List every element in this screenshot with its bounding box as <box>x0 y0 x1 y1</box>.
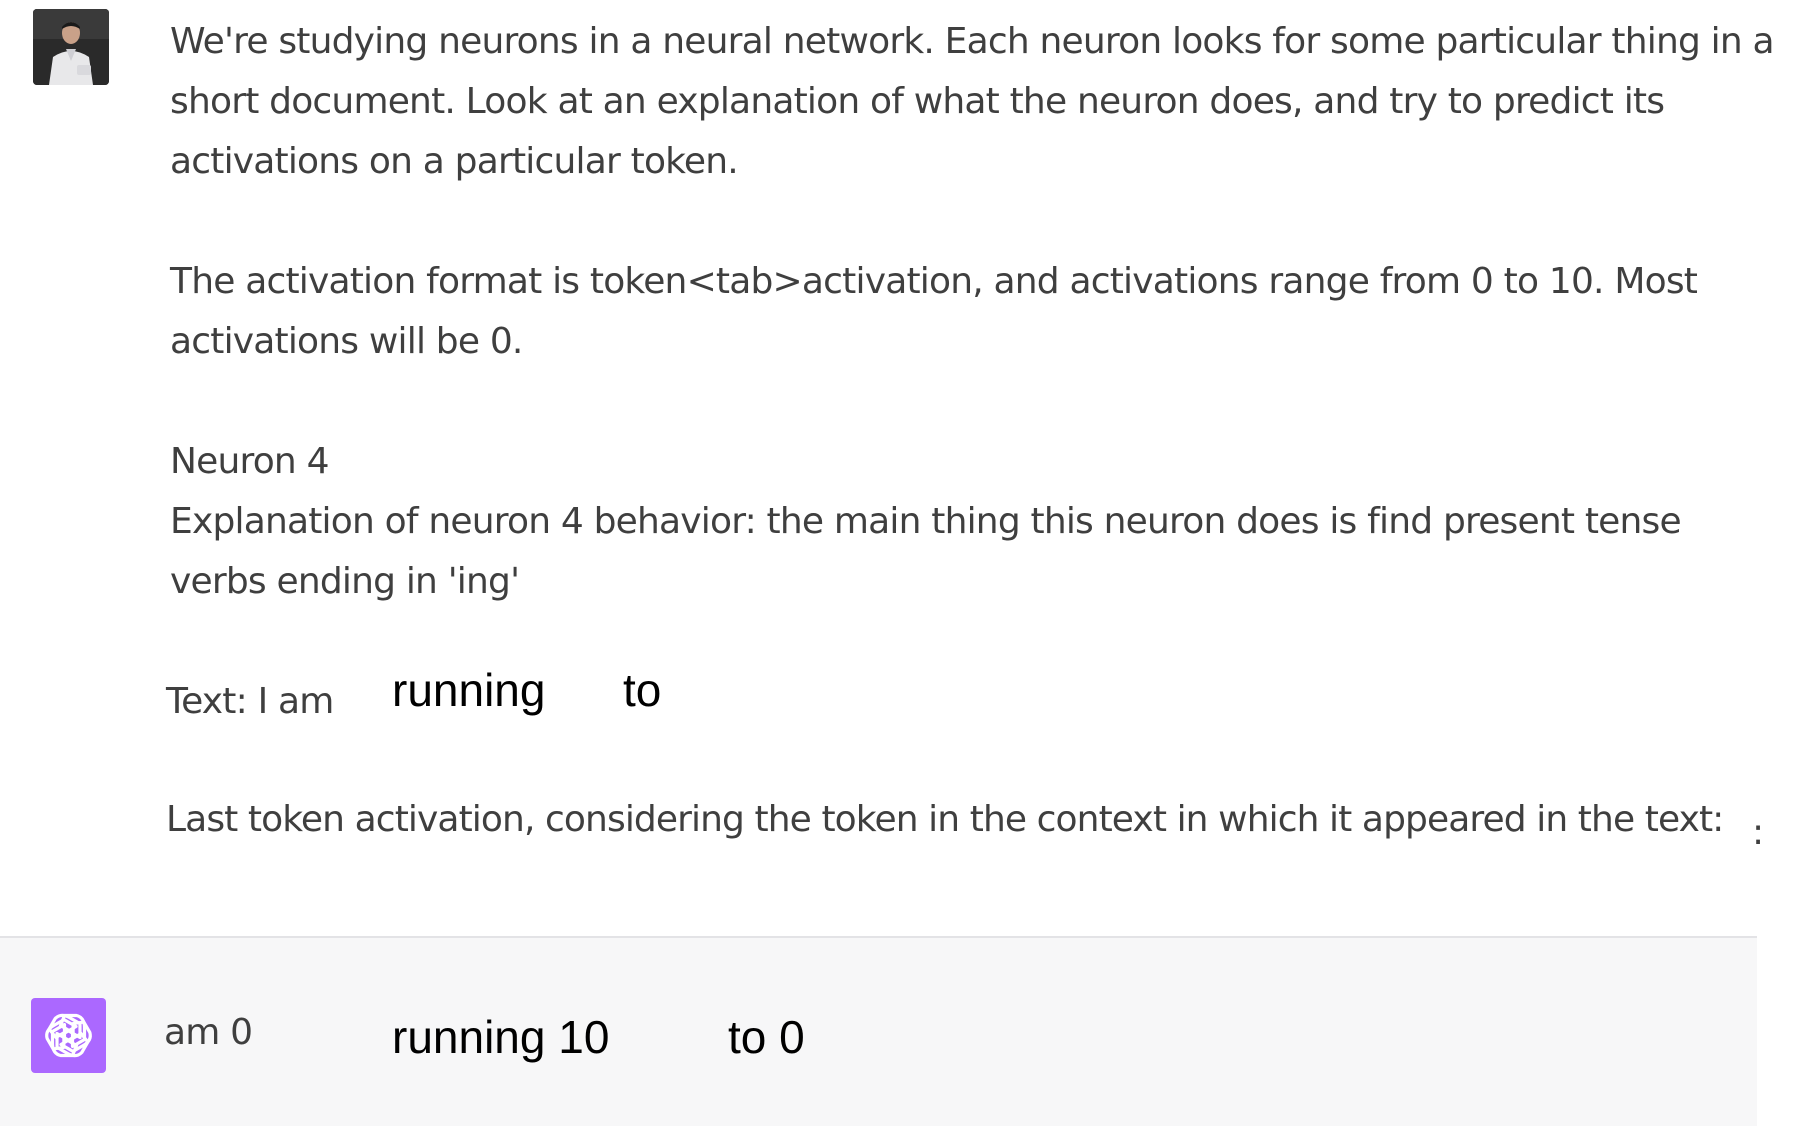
text-label: Text: I am <box>166 681 334 722</box>
text-token: to <box>623 664 662 716</box>
assistant-avatar <box>31 998 106 1073</box>
assistant-response-token: running 10 <box>392 1011 610 1063</box>
assistant-message: am 0 running 10 to 0 <box>0 936 1757 1126</box>
trailing-colon: : <box>1752 812 1765 853</box>
format-line: The activation format is token<tab>activ… <box>170 261 1698 302</box>
assistant-response-token: to 0 <box>728 1011 805 1063</box>
instructions-paragraph: We're studying neurons in a neural netwo… <box>170 12 1775 192</box>
assistant-response-lead: am 0 <box>164 1012 253 1053</box>
text-token: running <box>392 664 546 716</box>
user-message: We're studying neurons in a neural netwo… <box>0 0 1812 936</box>
instructions-line: short document. Look at an explanation o… <box>170 81 1665 122</box>
openai-logo-icon <box>45 1013 92 1058</box>
instructions-line: activations on a particular token. <box>170 141 739 182</box>
explanation-line: verbs ending in 'ing' <box>170 561 520 602</box>
neuron-explanation-paragraph: Neuron 4 Explanation of neuron 4 behavio… <box>170 432 1682 612</box>
activation-format-paragraph: The activation format is token<tab>activ… <box>170 252 1698 372</box>
user-photo-icon <box>33 9 109 85</box>
format-line: activations will be 0. <box>170 321 523 362</box>
neuron-title: Neuron 4 <box>170 441 330 482</box>
explanation-line: Explanation of neuron 4 behavior: the ma… <box>170 501 1682 542</box>
last-token-prompt: Last token activation, considering the t… <box>166 799 1724 840</box>
instructions-line: We're studying neurons in a neural netwo… <box>170 21 1775 62</box>
user-avatar <box>33 9 109 85</box>
text-sample-row: Text: I am running to <box>0 665 1812 735</box>
